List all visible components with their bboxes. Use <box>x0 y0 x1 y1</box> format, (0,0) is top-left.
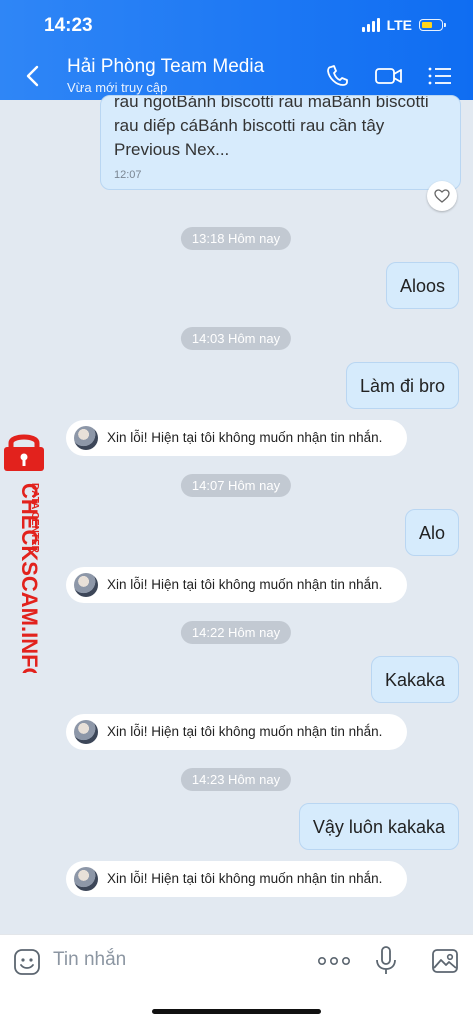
outgoing-message[interactable]: Aloos <box>385 262 459 309</box>
avatar <box>74 867 98 891</box>
timestamp-divider: 14:23 Hôm nay <box>180 768 292 791</box>
chevron-left-icon[interactable] <box>22 64 44 88</box>
checkscam-watermark: CHECKSCAM.INFO DATA CENTER <box>4 434 44 673</box>
network-type: LTE <box>386 17 412 33</box>
emoji-icon[interactable] <box>13 948 41 976</box>
auto-reply-text: Xin lỗi! Hiện tại tôi không muốn nhận ti… <box>107 724 383 739</box>
chat-header: 14:23 LTE Hải Phòng Team Media Vừa mới t… <box>0 0 473 100</box>
timestamp-divider: 14:22 Hôm nay <box>180 621 292 644</box>
timestamp-divider: 13:18 Hôm nay <box>180 227 292 250</box>
avatar <box>74 573 98 597</box>
auto-reply-text: Xin lỗi! Hiện tại tôi không muốn nhận ti… <box>107 577 383 592</box>
heart-icon <box>434 189 450 203</box>
status-indicators: LTE <box>361 17 446 33</box>
chat-subtitle: Vừa mới truy cập <box>67 80 168 95</box>
auto-reply-message[interactable]: Xin lỗi! Hiện tại tôi không muốn nhận ti… <box>66 714 407 750</box>
outgoing-message[interactable]: Làm đi bro <box>345 362 459 409</box>
outgoing-message[interactable]: Alo <box>404 509 459 556</box>
outgoing-message[interactable]: Kakaka <box>370 656 459 703</box>
previous-message-text: rau ngotBánh biscotti rau maBánh biscott… <box>114 95 429 159</box>
signal-icon <box>361 18 380 32</box>
timestamp-divider: 14:03 Hôm nay <box>180 327 292 350</box>
watermark-tagline: DATA CENTER <box>29 483 40 554</box>
avatar <box>74 426 98 450</box>
video-camera-icon[interactable] <box>374 64 404 88</box>
timestamp-divider: 14:07 Hôm nay <box>180 474 292 497</box>
auto-reply-text: Xin lỗi! Hiện tại tôi không muốn nhận ti… <box>107 430 383 445</box>
previous-message-time: 12:07 <box>114 169 142 181</box>
image-icon[interactable] <box>431 948 459 974</box>
outgoing-message[interactable]: Vậy luôn kakaka <box>298 803 459 850</box>
auto-reply-message[interactable]: Xin lỗi! Hiện tại tôi không muốn nhận ti… <box>66 420 407 456</box>
status-time: 14:23 <box>44 15 93 36</box>
auto-reply-text: Xin lỗi! Hiện tại tôi không muốn nhận ti… <box>107 871 383 886</box>
list-menu-icon[interactable] <box>427 64 453 88</box>
microphone-icon[interactable] <box>374 945 398 977</box>
previous-message-bubble[interactable]: rau ngotBánh biscotti rau maBánh biscott… <box>100 95 461 190</box>
react-button[interactable] <box>427 181 457 211</box>
home-indicator[interactable] <box>152 1009 321 1014</box>
avatar <box>74 720 98 744</box>
more-dots-icon[interactable] <box>318 956 350 966</box>
chat-title[interactable]: Hải Phòng Team Media <box>67 56 264 78</box>
auto-reply-message[interactable]: Xin lỗi! Hiện tại tôi không muốn nhận ti… <box>66 861 407 897</box>
auto-reply-message[interactable]: Xin lỗi! Hiện tại tôi không muốn nhận ti… <box>66 567 407 603</box>
phone-icon[interactable] <box>325 64 351 88</box>
message-input[interactable]: Tin nhắn <box>53 949 126 971</box>
padlock-icon <box>4 434 44 471</box>
battery-icon <box>419 19 446 31</box>
